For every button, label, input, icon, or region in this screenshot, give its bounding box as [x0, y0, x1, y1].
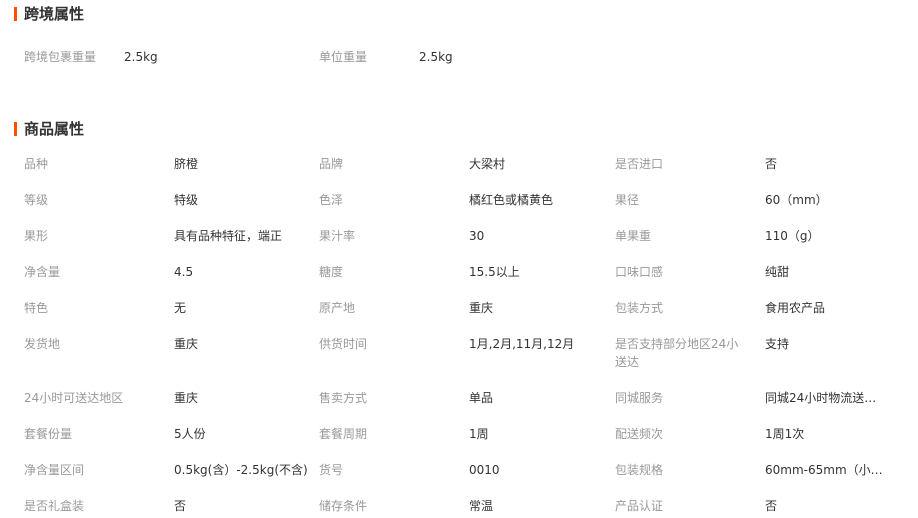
attr-value: 0010 — [469, 463, 500, 477]
attr-key: 储存条件 — [319, 499, 368, 513]
attr-key: 口味口感 — [615, 265, 664, 279]
attr-value: 5人份 — [174, 427, 206, 441]
attr-value: 否 — [174, 499, 187, 513]
attr-value: 常温 — [469, 499, 494, 513]
attr-key: 24小时可送达地区 — [24, 391, 124, 405]
attr-key: 糖度 — [319, 265, 344, 279]
attr-value: 无 — [174, 301, 187, 315]
attr-key: 产品认证 — [615, 499, 664, 513]
attr-value: 支持 — [765, 337, 790, 351]
attr-value: 否 — [765, 157, 778, 171]
attr-key: 果径 — [615, 193, 640, 207]
attr-key: 售卖方式 — [319, 391, 368, 405]
attr-value: 具有品种特征，端正 — [174, 229, 283, 243]
attr-key: 是否支持部分地区24小送达 — [615, 337, 739, 369]
attr-value: 60（mm） — [765, 193, 828, 207]
attr-value: 0.5kg(含）-2.5kg(不含) — [174, 463, 308, 477]
attr-key: 单果重 — [615, 229, 652, 243]
section-accent-bar — [14, 7, 17, 21]
attr-key: 货号 — [319, 463, 344, 477]
attr-key: 是否礼盒装 — [24, 499, 85, 513]
cross-border-title: 跨境属性 — [24, 5, 85, 23]
attr-value-unit-weight: 2.5kg — [419, 50, 453, 64]
attr-value: 特级 — [174, 193, 199, 207]
attr-key: 包装方式 — [615, 301, 664, 315]
attr-value: 重庆 — [174, 391, 199, 405]
attr-key: 原产地 — [319, 301, 356, 315]
attr-key-unit-weight: 单位重量 — [319, 50, 368, 64]
product-section-title: 商品属性 — [14, 120, 84, 138]
attr-value: 30 — [469, 229, 485, 243]
attr-value: 单品 — [469, 391, 494, 405]
attr-value: 110（g） — [765, 229, 820, 243]
attr-key: 发货地 — [24, 337, 61, 351]
attr-value: 1月,2月,11月,12月 — [469, 337, 575, 351]
attr-key: 是否进口 — [615, 157, 664, 171]
attr-key: 色泽 — [319, 193, 344, 207]
attr-value: 重庆 — [174, 337, 199, 351]
attr-key-package-weight: 跨境包裹重量 — [24, 50, 97, 64]
attr-key: 套餐周期 — [319, 427, 368, 441]
attr-value: 大梁村 — [469, 157, 506, 171]
attr-value: 纯甜 — [765, 265, 790, 279]
attr-key: 包装规格 — [615, 463, 664, 477]
attr-value: 同城24小时物流送货上门 — [765, 391, 887, 405]
attr-value: 食用农产品 — [765, 301, 826, 315]
cross-border-section-title: 跨境属性 — [14, 5, 84, 23]
product-title: 商品属性 — [24, 120, 85, 138]
attr-key: 配送频次 — [615, 427, 664, 441]
attr-key: 净含量区间 — [24, 463, 85, 477]
attr-key: 等级 — [24, 193, 49, 207]
attr-value: 否 — [765, 499, 778, 513]
attr-key: 果汁率 — [319, 229, 356, 243]
attr-value: 60mm-65mm（小果） — [765, 463, 887, 477]
attr-value-package-weight: 2.5kg — [124, 50, 158, 64]
attr-value: 1周1次 — [765, 427, 805, 441]
attr-key: 净含量 — [24, 265, 61, 279]
attr-key: 供货时间 — [319, 337, 368, 351]
attr-value: 橘红色或橘黄色 — [469, 193, 554, 207]
attr-key: 同城服务 — [615, 391, 664, 405]
section-accent-bar — [14, 122, 17, 136]
attr-key: 特色 — [24, 301, 49, 315]
attr-value: 重庆 — [469, 301, 494, 315]
attr-key: 套餐份量 — [24, 427, 73, 441]
attr-key: 果形 — [24, 229, 49, 243]
attr-key: 品牌 — [319, 157, 344, 171]
attr-value: 1周 — [469, 427, 489, 441]
attr-key: 品种 — [24, 157, 49, 171]
attr-value: 15.5以上 — [469, 265, 520, 279]
attr-value: 4.5 — [174, 265, 194, 279]
attr-value: 脐橙 — [174, 157, 199, 171]
